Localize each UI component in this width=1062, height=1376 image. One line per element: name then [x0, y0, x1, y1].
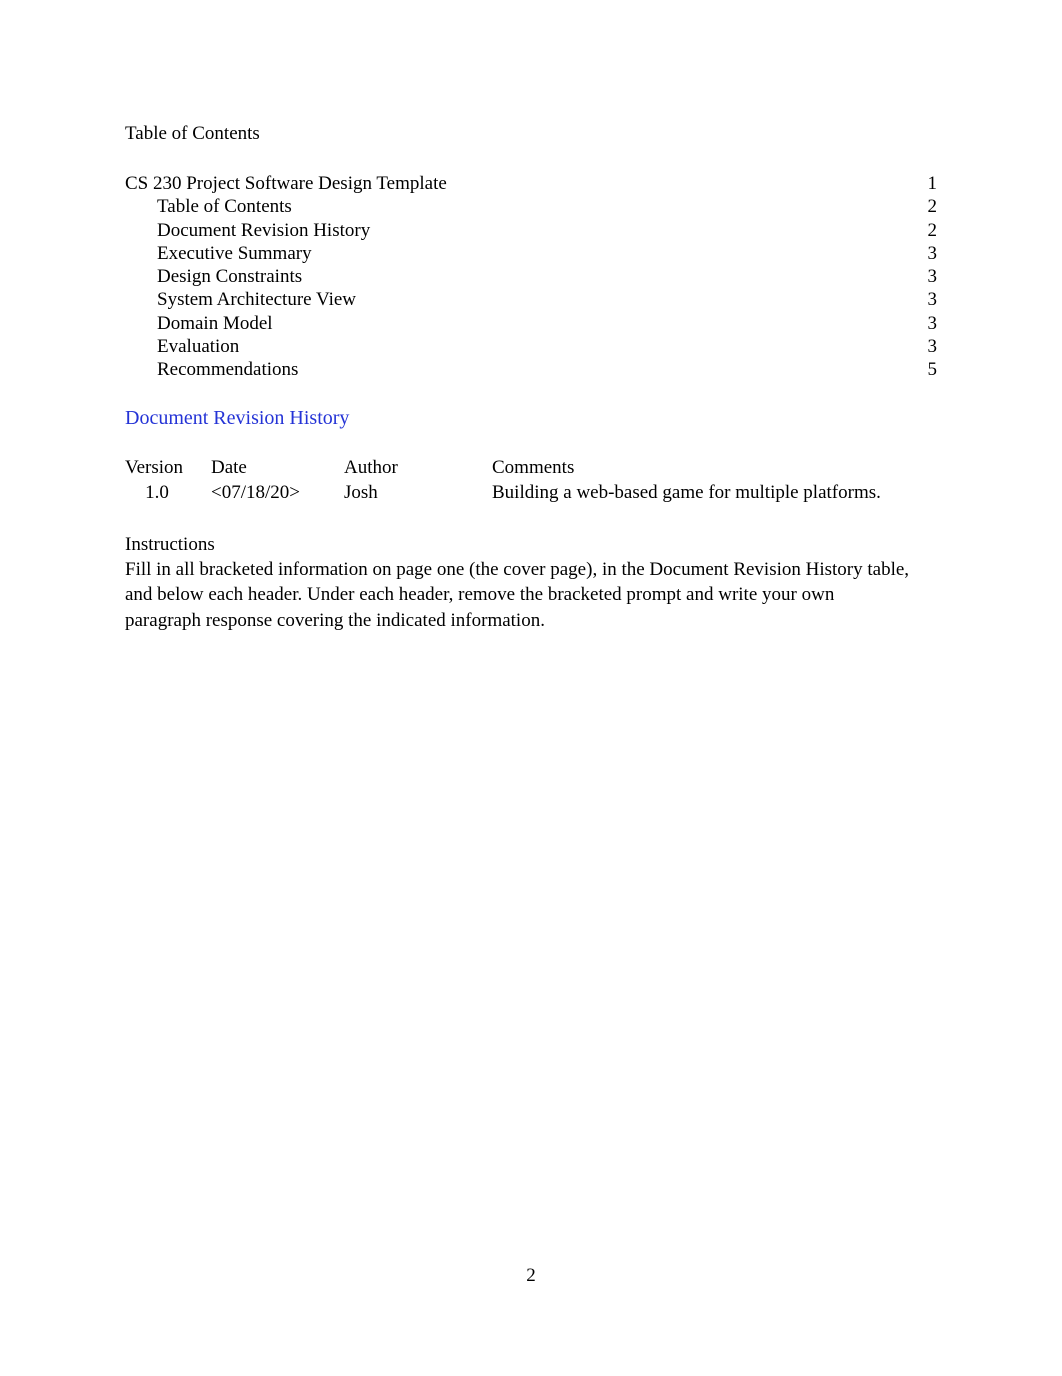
document-page: Table of Contents CS 230 Project Softwar… — [0, 0, 1062, 1376]
toc-entry[interactable]: Evaluation 3 — [125, 335, 937, 358]
toc-entry-page: 3 — [927, 312, 938, 334]
footer-page-number: 2 — [526, 1265, 536, 1286]
toc-entry-label: System Architecture View — [157, 289, 357, 311]
document-revision-history-table: Version Date Author Comments 1.0 <07/18/… — [125, 455, 937, 505]
cell-version: 1.0 — [145, 481, 169, 503]
toc-entry-page: 3 — [927, 242, 938, 264]
toc-entry[interactable]: Table of Contents 2 — [125, 195, 937, 218]
toc-entry-page: 5 — [927, 359, 938, 381]
toc-entry-page: 2 — [927, 196, 938, 218]
page-content: Table of Contents CS 230 Project Softwar… — [125, 122, 937, 633]
toc-entry-label: Document Revision History — [157, 219, 371, 241]
toc-entry-page: 3 — [927, 336, 938, 358]
toc-entry-page: 1 — [927, 173, 938, 194]
toc-entry[interactable]: Design Constraints 3 — [125, 265, 937, 288]
instructions-label: Instructions — [125, 533, 215, 555]
toc-entry-page: 3 — [927, 266, 938, 288]
toc-entry-label: Design Constraints — [157, 266, 303, 288]
table-row: 1.0 <07/18/20> Josh Building a web-based… — [125, 480, 937, 505]
toc-entry-label: Domain Model — [157, 312, 273, 334]
table-header-row: Version Date Author Comments — [125, 455, 937, 480]
toc-entry-label: CS 230 Project Software Design Template — [125, 173, 447, 194]
cell-date: <07/18/20> — [211, 481, 300, 503]
instructions-block: Instructions Fill in all bracketed infor… — [125, 532, 937, 633]
table-of-contents: CS 230 Project Software Design Template … — [125, 172, 937, 382]
toc-entry-label: Recommendations — [157, 359, 299, 381]
cell-author: Josh — [344, 481, 378, 503]
column-header-author: Author — [344, 456, 398, 478]
toc-entry[interactable]: Domain Model 3 — [125, 312, 937, 335]
toc-entry-label: Table of Contents — [157, 196, 292, 218]
toc-entry[interactable]: CS 230 Project Software Design Template … — [125, 172, 937, 195]
column-header-version: Version — [125, 456, 184, 478]
toc-entry-label: Evaluation — [157, 336, 240, 358]
column-header-comments: Comments — [492, 456, 575, 478]
toc-entry[interactable]: Recommendations 5 — [125, 358, 937, 381]
toc-entry[interactable]: Executive Summary 3 — [125, 242, 937, 265]
column-header-date: Date — [211, 456, 247, 478]
page-title: Table of Contents — [125, 123, 260, 144]
cell-comments: Building a web-based game for multiple p… — [492, 481, 881, 503]
section-heading-document-revision-history[interactable]: Document Revision History — [125, 406, 937, 430]
instructions-body: Fill in all bracketed information on pag… — [125, 558, 910, 631]
toc-entry-page: 3 — [927, 289, 938, 311]
toc-entry[interactable]: Document Revision History 2 — [125, 219, 937, 242]
toc-entry[interactable]: System Architecture View 3 — [125, 288, 937, 311]
toc-entry-page: 2 — [927, 219, 938, 241]
toc-entry-label: Executive Summary — [157, 242, 312, 264]
